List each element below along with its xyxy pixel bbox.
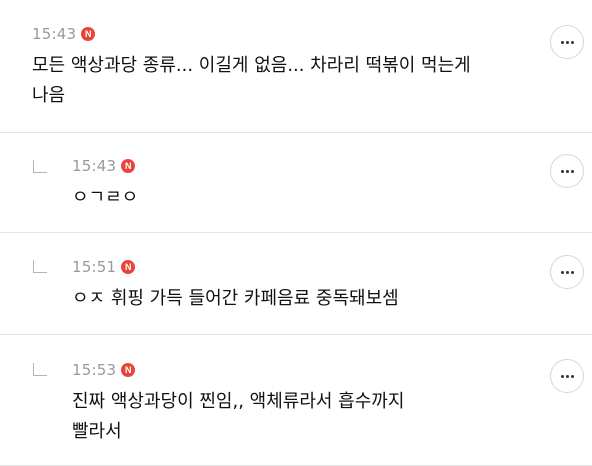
reply-item: 15:43 N ㅇㄱㄹㅇ (0, 133, 592, 233)
comment-meta: 15:43 N (72, 156, 512, 176)
comment-text: ㅇㅈ 휘핑 가득 들어간 카페음료 중독돼보셈 (72, 288, 399, 309)
new-badge-icon: N (121, 363, 136, 377)
more-options-button[interactable] (550, 255, 584, 289)
more-options-button[interactable] (550, 154, 584, 188)
more-dots-icon (560, 374, 574, 378)
comment-time: 15:53 (72, 361, 117, 379)
reply-arrow-icon (33, 363, 47, 376)
comment-meta: 15:43 N (32, 24, 512, 44)
reply-arrow-icon (33, 160, 47, 173)
comment-list: 15:43 N 모든 액상과당 종류... 이길게 없음... 차라리 떡볶이 … (0, 0, 592, 466)
comment-time: 15:51 (72, 258, 117, 276)
new-badge-icon: N (81, 27, 96, 41)
comment-meta: 15:53 N (72, 360, 512, 380)
reply-item: 15:53 N 진짜 액상과당이 찐임,, 액체류라서 흡수까지 빨라서 (0, 335, 592, 466)
more-dots-icon (560, 270, 574, 274)
comment-text: 모든 액상과당 종류... 이길게 없음... 차라리 떡볶이 먹는게 나음 (32, 55, 471, 106)
reply-arrow-icon (33, 260, 47, 273)
new-badge-icon: N (121, 159, 136, 173)
comment-text: ㅇㄱㄹㅇ (72, 187, 139, 208)
new-badge-icon: N (121, 260, 136, 274)
more-options-button[interactable] (550, 359, 584, 393)
comment-time: 15:43 (72, 157, 117, 175)
more-options-button[interactable] (550, 25, 584, 59)
comment-item: 15:43 N 모든 액상과당 종류... 이길게 없음... 차라리 떡볶이 … (0, 0, 592, 133)
more-dots-icon (560, 169, 574, 173)
comment-time: 15:43 (32, 25, 77, 43)
comment-meta: 15:51 N (72, 257, 512, 277)
reply-item: 15:51 N ㅇㅈ 휘핑 가득 들어간 카페음료 중독돼보셈 (0, 233, 592, 335)
more-dots-icon (560, 40, 574, 44)
comment-text: 진짜 액상과당이 찐임,, 액체류라서 흡수까지 빨라서 (72, 391, 405, 442)
